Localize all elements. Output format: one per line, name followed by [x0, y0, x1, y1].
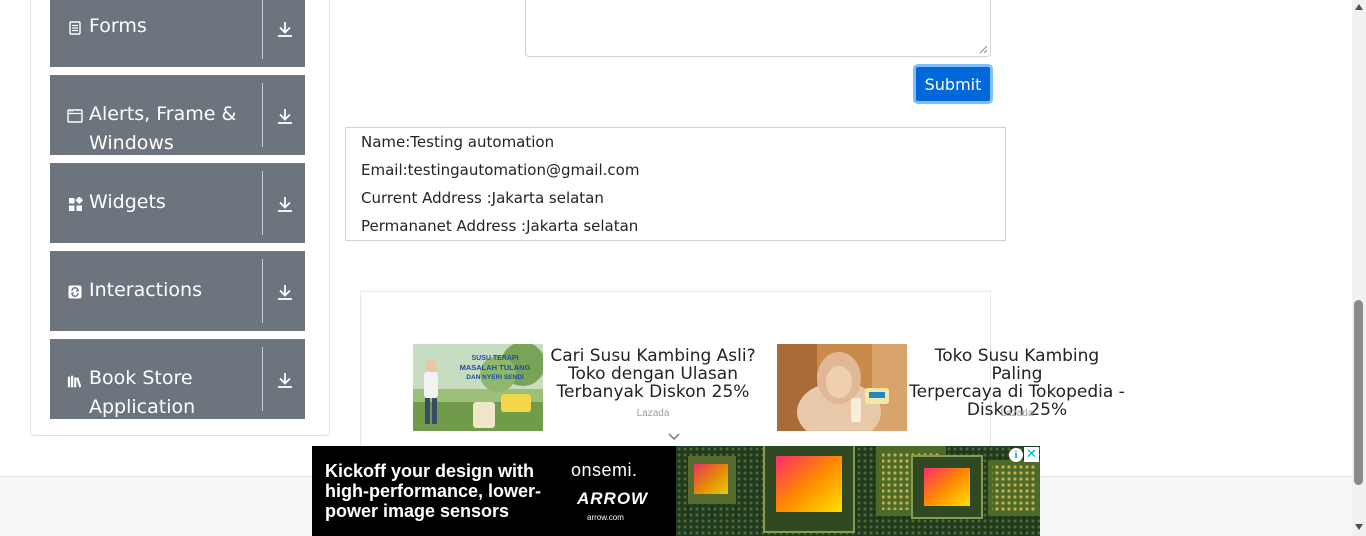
banner-headline-line-2: high-performance, lower- [325, 481, 542, 501]
scrollbar-thumb[interactable] [1354, 300, 1363, 485]
ad-source-1: Lazada [636, 408, 670, 419]
ad-title-2-line-1: Toko Susu Kambing Paling [934, 346, 1100, 384]
ad-title-1[interactable]: Cari Susu Kambing Asli? Toko dengan Ulas… [543, 347, 763, 401]
banner-brand-url: arrow.com [587, 513, 624, 522]
ad-title-1-line-1: Cari Susu Kambing Asli? [550, 346, 756, 366]
banner-headline-line-1: Kickoff your design with [325, 461, 535, 481]
submit-button[interactable]: Submit [913, 64, 993, 104]
window-icon [67, 108, 83, 124]
ad-image-1-text-2: MASALAH TULANG [460, 363, 531, 372]
divider [262, 83, 263, 147]
sidebar-group-label: Interactions [89, 279, 202, 301]
close-icon[interactable]: ✕ [1024, 447, 1039, 462]
download-arrow-icon[interactable] [274, 193, 296, 215]
adchoices-icon[interactable]: i [1009, 448, 1023, 462]
ad-title-2-line-2: Terpercaya di Tokopedia - [909, 382, 1125, 402]
divider [262, 171, 263, 235]
divider [262, 0, 263, 59]
scroll-up-arrow-icon[interactable] [1352, 0, 1366, 14]
ad-image-1-text-1: SUSU TERAPI [471, 355, 518, 362]
sidebar-group-forms[interactable]: Forms [50, 0, 305, 67]
sidebar-group-label: Forms [89, 15, 147, 37]
output-permanent-address: Permananet Address :Jakarta selatan [361, 217, 639, 235]
download-arrow-icon[interactable] [274, 281, 296, 303]
sidebar-group-label: Alerts, Frame & [89, 103, 237, 125]
sidebar-group-label-line2: Application [89, 396, 196, 418]
download-arrow-icon[interactable] [274, 18, 296, 40]
page: Forms Alerts, Frame & Windows Widgets In… [0, 0, 1366, 536]
download-arrow-icon[interactable] [274, 369, 296, 391]
sidebar-group-widgets[interactable]: Widgets [50, 163, 305, 243]
ad-title-1-line-3: Terbanyak Diskon 25% [556, 382, 750, 402]
sidebar-group-label: Widgets [89, 191, 166, 213]
sidebar-group-interactions[interactable]: Interactions [50, 251, 305, 331]
sidebar-group-label: Book Store [89, 367, 193, 389]
sidebar-group-label-line2: Windows [89, 132, 174, 154]
scroll-down-arrow-icon[interactable] [1352, 520, 1366, 534]
chevron-down-icon[interactable] [667, 432, 681, 442]
banner-headline-line-3: power image sensors [325, 501, 510, 521]
ad-image-1[interactable]: SUSU TERAPI MASALAH TULANG DAN NYERI SEN… [413, 344, 543, 431]
ad-source-2: Lazada [1000, 408, 1034, 419]
resize-grip-icon[interactable] [979, 45, 988, 54]
widgets-icon [67, 196, 83, 212]
banner-brand-onsemi: onsemi. [571, 460, 638, 480]
sidebar-group-alerts-frame-windows[interactable]: Alerts, Frame & Windows [50, 75, 305, 155]
ad-title-1-line-2: Toko dengan Ulasan [568, 364, 738, 384]
ad-image-1-text-3: DAN NYERI SENDI [466, 374, 524, 381]
download-arrow-icon[interactable] [274, 105, 296, 127]
output-box: Name:Testing automation Email:testingaut… [345, 127, 1006, 241]
divider [262, 347, 263, 411]
banner-chip-artwork [676, 446, 1040, 536]
ad-image-2[interactable] [777, 344, 907, 431]
interactions-icon [67, 284, 83, 300]
document-icon [67, 20, 83, 36]
sidebar-group-book-store-application[interactable]: Book Store Application [50, 339, 305, 419]
banner-headline: Kickoff your design with high-performanc… [325, 461, 570, 521]
output-current-address: Current Address :Jakarta selatan [361, 189, 604, 207]
banner-ad[interactable]: Kickoff your design with high-performanc… [312, 446, 1040, 536]
output-name: Name:Testing automation [361, 133, 555, 151]
books-icon [67, 373, 83, 389]
divider [262, 259, 263, 323]
permanent-address-textarea[interactable] [525, 0, 991, 57]
banner-brand-arrow: ARROW [577, 489, 649, 508]
output-email: Email:testingautomation@gmail.com [361, 161, 640, 179]
